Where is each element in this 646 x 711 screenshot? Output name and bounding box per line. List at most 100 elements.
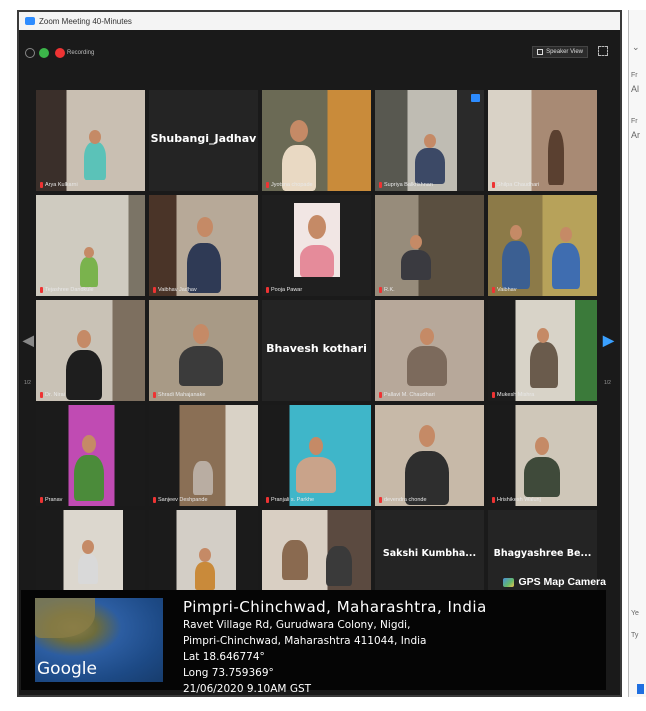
participant-display-name: Sakshi Kumbha... (382, 548, 477, 559)
address-line-1: Ravet Village Rd, Gurudwara Colony, Nigd… (183, 619, 411, 631)
mic-muted-icon (40, 392, 43, 398)
mic-muted-icon (379, 392, 382, 398)
participant-name: devendra chonde (384, 497, 427, 503)
participant-tile-active[interactable]: Supriya Balkrishnan (375, 90, 484, 191)
participant-tile[interactable]: Mukesh Mishra (488, 300, 597, 401)
location-info: Pimpri-Chinchwad, Maharashtra, India Rav… (183, 598, 487, 696)
participant-name: Shradi Mahajanake (158, 392, 206, 398)
participant-tile[interactable]: Vaibhav Jadhav (149, 195, 258, 296)
mic-muted-icon (492, 182, 495, 188)
map-brand: Google (37, 659, 97, 679)
participant-tile[interactable]: Hrishikesh Walunj (488, 405, 597, 506)
longitude: Long 73.759369° (183, 667, 274, 679)
address-line-2: Pimpri-Chinchwad, Maharashtra 411044, In… (183, 635, 427, 647)
next-page-button[interactable]: ▶ (603, 332, 614, 349)
zoom-logo-icon (25, 17, 35, 25)
taskbar-icon[interactable] (637, 684, 644, 694)
info-icon[interactable] (25, 48, 35, 58)
participant-tile[interactable]: Pranjali s. Parkhe (262, 405, 371, 506)
mic-muted-icon (492, 392, 495, 398)
gallery-grid: Arya Kulkarni Shubangi_Jadhav Jyotsna ch… (36, 90, 597, 611)
participant-tile[interactable]: Pooja Pawar (262, 195, 371, 296)
participant-tile[interactable]: Shradi Mahajanake (149, 300, 258, 401)
participant-display-name: Shubangi_Jadhav (150, 132, 257, 145)
participant-name: Mukesh Mishra (497, 392, 535, 398)
mic-muted-icon (379, 182, 382, 188)
window-title: Zoom Meeting 40-Minutes (39, 16, 132, 26)
location-city: Pimpri-Chinchwad, Maharashtra, India (183, 598, 487, 616)
participant-tile[interactable]: Dr. Nirai (36, 300, 145, 401)
participant-tile[interactable]: Pranav (36, 405, 145, 506)
mic-muted-icon (153, 497, 156, 503)
side-text: Ye (631, 610, 639, 617)
participant-tile[interactable]: Sanjeev Deshpande (149, 405, 258, 506)
participant-name: Vaibhav Jadhav (158, 287, 197, 293)
participant-name: Jyotsna chopade (271, 182, 313, 188)
gps-overlay: Google Pimpri-Chinchwad, Maharashtra, In… (21, 590, 606, 695)
participant-name: Pooja Pawar (271, 287, 303, 293)
chevron-down-icon: ⌄ (632, 42, 640, 52)
mic-muted-icon (266, 182, 269, 188)
participant-tile[interactable]: Arya Kulkarni (36, 90, 145, 191)
participant-display-name: Bhavesh kothari (266, 342, 367, 355)
participant-name: R.K. (384, 287, 395, 293)
participant-tile[interactable]: Jyotsna chopade (262, 90, 371, 191)
participant-name: Arya Kulkarni (45, 182, 78, 188)
page-indicator-right: 1/2 (604, 380, 611, 386)
map-thumbnail: Google (35, 598, 163, 682)
mic-muted-icon (266, 497, 269, 503)
participant-name: Shilpa Chaudhari (497, 182, 540, 188)
mic-muted-icon (153, 392, 156, 398)
mic-muted-icon (40, 287, 43, 293)
participant-name: Pranjali s. Parkhe (271, 497, 315, 503)
participant-name: Tejashree Dandkule (45, 287, 94, 293)
latitude: Lat 18.646774° (183, 651, 265, 663)
gps-camera-icon (503, 577, 515, 587)
background-window-edge: ⌄ Fr Al Fr Ar Ye Ty (628, 10, 646, 697)
participant-name: Hrishikesh Walunj (497, 497, 541, 503)
meeting-top-bar: Recording Speaker View (19, 30, 620, 76)
side-text: Ar (631, 130, 640, 140)
participant-name: Supriya Balkrishnan (384, 182, 433, 188)
mic-muted-icon (492, 497, 495, 503)
mic-muted-icon (379, 287, 382, 293)
page-indicator-left: 1/2 (24, 380, 31, 386)
participant-name: Pranav (45, 497, 63, 503)
participant-tile[interactable]: Shubangi_Jadhav (149, 90, 258, 191)
mic-muted-icon (40, 182, 43, 188)
participant-name: Sanjeev Deshpande (158, 497, 208, 503)
mic-muted-icon (153, 287, 156, 293)
participant-tile[interactable]: Vaibhav (488, 195, 597, 296)
mic-muted-icon (266, 287, 269, 293)
side-text: Ty (631, 632, 639, 639)
participant-name: Pallavi M. Chaudhari (384, 392, 435, 398)
recording-label: Recording (67, 50, 95, 56)
participant-tile[interactable]: Tejashree Dandkule (36, 195, 145, 296)
speaker-view-label: Speaker View (546, 49, 583, 55)
grid-icon (537, 49, 544, 55)
recording-icon (55, 48, 65, 58)
speaker-view-button[interactable]: Speaker View (532, 46, 588, 58)
gps-camera-header: GPS Map Camera (21, 576, 606, 588)
participant-tile[interactable]: devendra chonde (375, 405, 484, 506)
side-text: Fr (631, 118, 638, 125)
title-bar: Zoom Meeting 40-Minutes (19, 12, 620, 31)
mic-muted-icon (379, 497, 382, 503)
mic-muted-icon (492, 287, 495, 293)
zoom-window: Zoom Meeting 40-Minutes Recording Speake… (17, 10, 622, 697)
shield-icon[interactable] (39, 48, 49, 58)
participant-name: Vaibhav (497, 287, 517, 293)
participant-tile[interactable]: Pallavi M. Chaudhari (375, 300, 484, 401)
fullscreen-icon[interactable] (598, 46, 608, 56)
participant-tile[interactable]: R.K. (375, 195, 484, 296)
datetime: 21/06/2020 9.10AM GST (183, 683, 312, 695)
participant-name: Dr. Nirai (45, 392, 65, 398)
prev-page-button[interactable]: ◀ (23, 332, 34, 349)
gps-app-label: GPS Map Camera (518, 576, 606, 588)
participant-tile[interactable]: Shilpa Chaudhari (488, 90, 597, 191)
mic-muted-icon (40, 497, 43, 503)
participant-tile[interactable]: Bhavesh kothari (262, 300, 371, 401)
more-options-icon[interactable] (471, 94, 480, 102)
side-text: Al (631, 84, 640, 94)
side-text: Fr (631, 72, 638, 79)
